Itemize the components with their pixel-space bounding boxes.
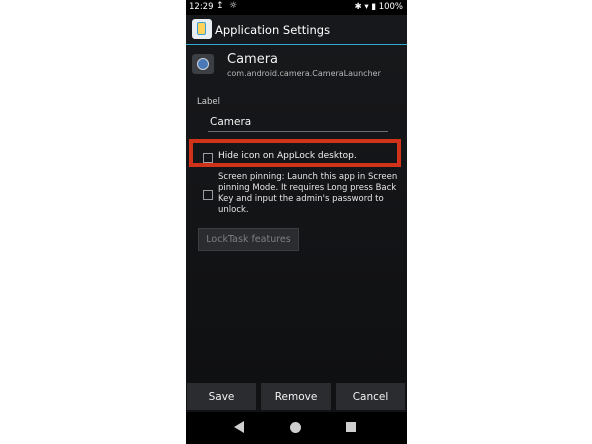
status-right-icons: ✱ ▾ ▮ 100%: [354, 2, 403, 12]
back-icon[interactable]: [234, 421, 244, 433]
label-caption: Label: [197, 97, 220, 107]
app-name: Camera: [227, 52, 279, 67]
screen-pinning-checkbox[interactable]: [203, 190, 213, 200]
page-title: Application Settings: [215, 23, 331, 37]
recent-apps-icon[interactable]: [346, 422, 356, 432]
remove-button[interactable]: Remove: [261, 383, 331, 410]
title-bar: Application Settings: [186, 15, 407, 45]
locktask-features-button[interactable]: LockTask features: [198, 228, 299, 251]
settings-content: Camera com.android.camera.CameraLauncher…: [186, 45, 407, 383]
hide-icon-checkbox[interactable]: [203, 153, 213, 163]
applock-app-icon: [192, 19, 212, 39]
status-bar: 12:29 ↥ ☼ ✱ ▾ ▮ 100%: [186, 0, 407, 15]
action-bar: Save Remove Cancel: [186, 383, 407, 411]
screen-pinning-label[interactable]: Screen pinning: Launch this app in Scree…: [218, 172, 404, 216]
home-icon[interactable]: [290, 422, 301, 433]
hide-icon-label[interactable]: Hide icon on AppLock desktop.: [218, 151, 357, 161]
phone-screen: 12:29 ↥ ☼ ✱ ▾ ▮ 100% Application Setting…: [186, 0, 407, 444]
upload-icon: ↥: [216, 1, 224, 11]
label-input[interactable]: [208, 113, 388, 132]
cancel-button[interactable]: Cancel: [336, 383, 405, 410]
status-time: 12:29: [189, 2, 214, 12]
app-package: com.android.camera.CameraLauncher: [227, 69, 381, 78]
save-button[interactable]: Save: [187, 383, 256, 410]
brightness-icon: ☼: [229, 1, 238, 11]
navigation-bar: [186, 412, 407, 444]
camera-icon: [192, 54, 214, 74]
